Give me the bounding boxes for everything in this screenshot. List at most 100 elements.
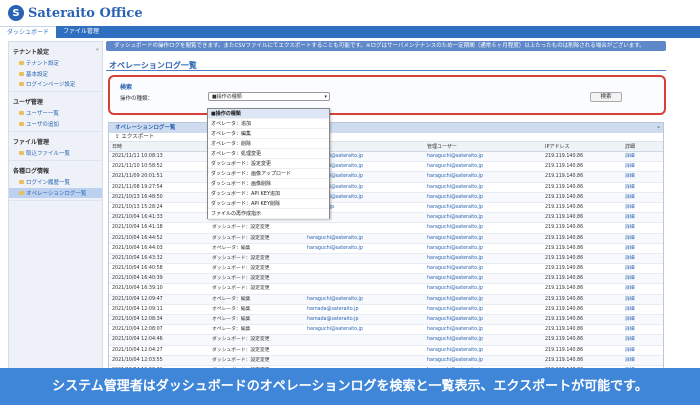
operation-type-select[interactable]: ■操作の種類 ▾: [208, 92, 330, 101]
cell-ip: 219.119.140.86: [545, 164, 584, 170]
cell-detail[interactable]: 詳細: [622, 193, 662, 202]
cell-admin-user: haraguchi@sateraito.jp: [427, 327, 483, 333]
cell-detail[interactable]: 詳細: [622, 305, 662, 314]
cell-target: [304, 335, 424, 344]
cell-target: [304, 346, 424, 355]
sidebar-item-login-history[interactable]: ログイン履歴一覧: [9, 177, 102, 187]
cell-ip: 219.119.140.86: [545, 357, 584, 363]
table-row: 2021/10/04 12:04:46 ダッシュボード：設定変更 haraguchi…: [109, 335, 663, 346]
collapse-icon[interactable]: –: [657, 123, 660, 133]
cell-detail[interactable]: 詳細: [622, 162, 662, 171]
search-button[interactable]: 検索: [590, 92, 622, 102]
cell-datetime: 2021/10/04 16:40:39: [112, 276, 163, 282]
folder-icon: [19, 111, 24, 116]
main-content: ダッシュボードの操作ログを閲覧できます。またCSVファイルにてエクスポートするこ…: [106, 41, 700, 405]
cell-detail[interactable]: 詳細: [622, 325, 662, 334]
cell-detail[interactable]: 詳細: [622, 356, 662, 365]
cell-admin-user: haraguchi@sateraito.jp: [427, 164, 483, 170]
cell-ip: 219.119.140.86: [545, 225, 584, 231]
folder-icon: [19, 61, 24, 66]
cell-datetime: 2021/10/04 16:39:10: [112, 286, 163, 292]
logo-text: Sateraito Office: [28, 5, 143, 21]
sidebar-item-tenant-settings[interactable]: テナント設定: [9, 58, 102, 68]
cell-datetime: 2021/10/04 16:43:32: [112, 255, 163, 261]
cell-detail[interactable]: 詳細: [622, 223, 662, 232]
cell-datetime: 2021/11/09 20:01:51: [112, 174, 163, 180]
dropdown-option[interactable]: オペレータ：編集: [208, 129, 329, 139]
cell-detail[interactable]: 詳細: [622, 295, 662, 304]
cell-target: hamada@sateraito.jp: [307, 317, 359, 322]
dropdown-option[interactable]: オペレータ：処理変更: [208, 149, 329, 159]
cell-datetime: 2021/10/04 12:03:55: [112, 357, 163, 363]
table-row: 2021/10/04 16:40:39 ダッシュボード：設定変更 haraguchi…: [109, 274, 663, 285]
cell-admin-user: haraguchi@sateraito.jp: [427, 276, 483, 282]
cell-detail[interactable]: 詳細: [622, 183, 662, 192]
cell-ip: 219.119.140.86: [545, 337, 584, 343]
cell-admin-user: haraguchi@sateraito.jp: [427, 317, 483, 322]
cell-target: [304, 284, 424, 293]
cell-ip: 219.119.140.86: [545, 347, 584, 353]
cell-operation: オペレータ：編集: [212, 306, 251, 312]
select-value: ■操作の種類: [212, 94, 242, 100]
cell-detail[interactable]: 詳細: [622, 264, 662, 273]
col-header-detail[interactable]: 詳細: [622, 142, 662, 151]
cell-detail[interactable]: 詳細: [622, 244, 662, 253]
cell-detail[interactable]: 詳細: [622, 274, 662, 283]
dropdown-option[interactable]: オペレータ：削除: [208, 139, 329, 149]
dropdown-option[interactable]: ダッシュボード：設定変更: [208, 159, 329, 169]
dropdown-option[interactable]: ファイルの再作成指示: [208, 209, 329, 219]
cell-detail[interactable]: 詳細: [622, 234, 662, 243]
sidebar-item-import-files[interactable]: 取込ファイル一覧: [9, 148, 102, 158]
col-header-admin-user[interactable]: 管理ユーザー: [424, 142, 542, 151]
cell-ip: 219.119.140.86: [545, 306, 584, 312]
cell-detail[interactable]: 詳細: [622, 254, 662, 263]
dropdown-option[interactable]: ダッシュボード：画像削除: [208, 179, 329, 189]
cell-detail[interactable]: 詳細: [622, 152, 662, 161]
cell-target: haraguchi@sateraito.jp: [307, 235, 363, 241]
cell-admin-user: haraguchi@sateraito.jp: [427, 235, 483, 241]
table-row: 2021/10/13 15:28:24sateraito.jpharaguchi…: [109, 203, 663, 214]
dropdown-option[interactable]: オペレータ：追加: [208, 119, 329, 129]
folder-icon: [19, 190, 24, 195]
cell-operation: ダッシュボード：設定変更: [212, 266, 270, 272]
sidebar-item-operation-log[interactable]: オペレーションログ一覧: [9, 187, 102, 198]
cell-target: [304, 264, 424, 273]
cell-ip: 219.119.140.86: [545, 215, 584, 221]
cell-target: [304, 356, 424, 365]
operation-type-label: 操作の種類：: [120, 96, 154, 102]
cell-detail[interactable]: 詳細: [622, 213, 662, 222]
dropdown-option[interactable]: ■操作の種類: [208, 109, 329, 119]
cell-target: haraguchi@sateraito.jp: [307, 296, 363, 302]
cell-detail[interactable]: 詳細: [622, 172, 662, 181]
dropdown-option[interactable]: ダッシュボード：画像アップロード: [208, 169, 329, 179]
cell-datetime: 2021/11/10 10:58:52: [112, 164, 163, 170]
col-header-datetime[interactable]: 日時: [109, 142, 209, 151]
tab-dashboard[interactable]: ダッシュボード: [0, 26, 57, 38]
sidebar-item-basic-settings[interactable]: 基本設定: [9, 68, 102, 78]
table-row: 2021/10/04 12:08:34 オペレータ：編集 hamada@satera…: [109, 315, 663, 326]
logo-icon: S: [8, 5, 24, 21]
sidebar-item-user-list[interactable]: ユーザー一覧: [9, 108, 102, 118]
top-nav: ダッシュボード ファイル管理: [0, 26, 700, 38]
export-button[interactable]: エクスポート: [121, 134, 154, 140]
cell-detail[interactable]: 詳細: [622, 335, 662, 344]
dropdown-option[interactable]: ダッシュボード：API KEY追加: [208, 189, 329, 199]
cell-detail[interactable]: 詳細: [622, 346, 662, 355]
sidebar-item-add-user[interactable]: ユーザの追加: [9, 119, 102, 129]
collapse-icon[interactable]: «: [96, 47, 99, 53]
cell-detail[interactable]: 詳細: [622, 203, 662, 212]
sidebar-group-users: ユーザ管理 ユーザー一覧 ユーザの追加: [9, 92, 102, 132]
cell-detail[interactable]: 詳細: [622, 315, 662, 324]
cell-admin-user: haraguchi@sateraito.jp: [427, 286, 483, 292]
tab-file-management[interactable]: ファイル管理: [56, 26, 106, 38]
sidebar-item-login-page[interactable]: ログインページ設定: [9, 79, 102, 89]
cell-admin-user: haraguchi@sateraito.jp: [427, 347, 483, 353]
col-header-ip[interactable]: IPアドレス: [542, 142, 622, 151]
cell-target: haraguchi@sateraito.jp: [307, 245, 363, 251]
cell-admin-user: haraguchi@sateraito.jp: [427, 357, 483, 363]
cell-detail[interactable]: 詳細: [622, 284, 662, 293]
dropdown-option[interactable]: ダッシュボード：API KEY削除: [208, 199, 329, 209]
cell-admin-user: haraguchi@sateraito.jp: [427, 337, 483, 343]
cell-operation: オペレータ：編集: [212, 317, 251, 322]
cell-operation: ダッシュボード：設定変更: [212, 337, 270, 343]
